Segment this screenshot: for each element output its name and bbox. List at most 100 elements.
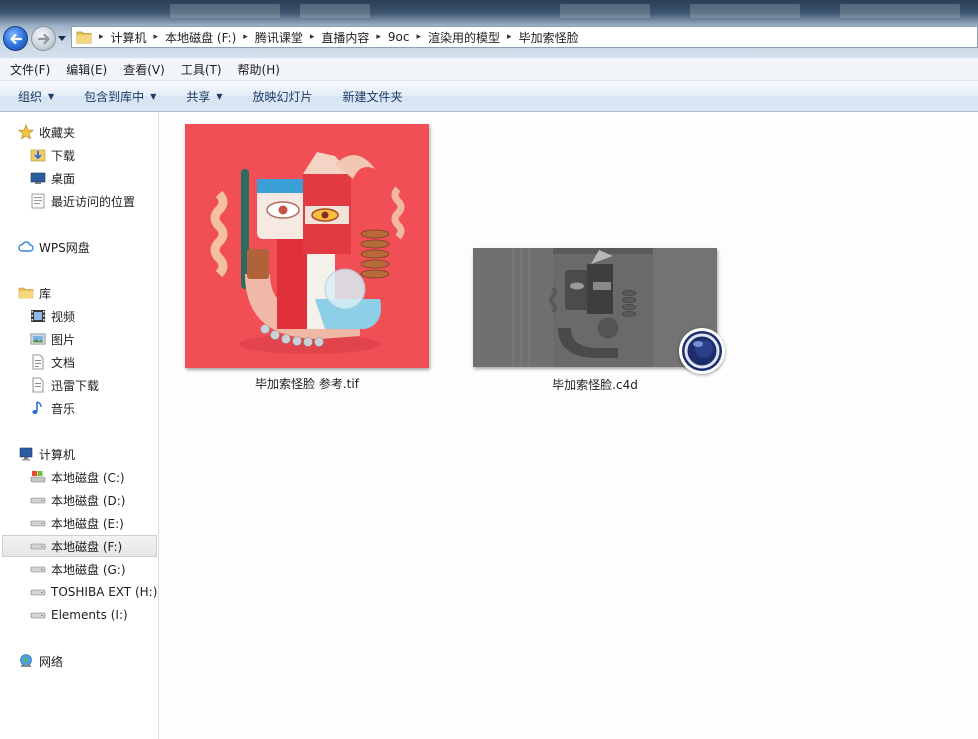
navigation-pane: 收藏夹 下载 桌面 最近访问的位置 WPS网盘 库 视频 图片 文档 迅雷下载 …: [0, 112, 159, 739]
sidebar-item-drive-e[interactable]: 本地磁盘 (E:): [30, 512, 124, 534]
blurred-taskbar-tab: [300, 4, 370, 18]
picasso-face-render-image: [185, 124, 429, 368]
sidebar-item-pictures[interactable]: 图片: [30, 328, 75, 350]
sidebar-item-label: 本地磁盘 (E:): [51, 516, 124, 531]
chevron-down-icon: ▼: [216, 91, 223, 101]
sidebar-item-label: 本地磁盘 (F:): [51, 539, 123, 554]
sidebar-item-drive-c[interactable]: 本地磁盘 (C:): [30, 466, 125, 488]
sidebar-item-desktop[interactable]: 桌面: [30, 167, 75, 189]
sidebar-network[interactable]: 网络: [18, 650, 63, 672]
sidebar-item-thunder-downloads[interactable]: 迅雷下载: [30, 374, 99, 396]
sidebar-item-downloads[interactable]: 下载: [30, 144, 75, 166]
sidebar-item-drive-i[interactable]: Elements (I:): [30, 604, 128, 626]
network-icon: [18, 653, 34, 669]
include-in-library-label: 包含到库中: [84, 89, 145, 104]
forward-arrow-icon: [37, 33, 50, 45]
breadcrumb-separator[interactable]: ▸: [243, 32, 248, 42]
chevron-down-icon: ▼: [48, 91, 55, 101]
share-button[interactable]: 共享 ▼: [168, 88, 234, 105]
sidebar-computer[interactable]: 计算机: [18, 443, 75, 465]
title-bar: ▸ 计算机 ▸ 本地磁盘 (F:) ▸ 腾讯课堂 ▸ 直播内容 ▸ 9oc ▸ …: [0, 0, 978, 58]
pictures-icon: [30, 331, 46, 347]
breadcrumb-render-models[interactable]: 渲染用的模型: [428, 29, 500, 46]
breadcrumb-separator[interactable]: ▸: [310, 32, 315, 42]
breadcrumb-separator[interactable]: ▸: [99, 32, 104, 42]
sidebar-item-drive-g[interactable]: 本地磁盘 (G:): [30, 558, 126, 580]
sidebar-item-drive-h[interactable]: TOSHIBA EXT (H:): [30, 581, 157, 603]
menu-edit[interactable]: 编辑(E): [56, 61, 113, 78]
downloads-folder-icon: [30, 147, 46, 163]
sidebar-wps-cloud[interactable]: WPS网盘: [18, 236, 90, 258]
computer-icon: [18, 446, 34, 462]
share-label: 共享: [186, 89, 211, 104]
sidebar-item-label: 最近访问的位置: [51, 194, 136, 209]
hard-drive-icon: [30, 584, 46, 600]
system-drive-icon: [30, 469, 46, 485]
sidebar-network-label: 网络: [39, 654, 64, 669]
sidebar-item-label: 迅雷下载: [51, 378, 100, 393]
hard-drive-icon: [30, 492, 46, 508]
menu-help[interactable]: 帮助(H): [228, 61, 286, 78]
history-dropdown-icon[interactable]: [58, 34, 66, 42]
blurred-taskbar-tab: [170, 4, 280, 18]
back-arrow-icon: [10, 33, 23, 45]
file-name-label: 毕加索怪脸.c4d: [552, 378, 638, 392]
sidebar-libraries[interactable]: 库: [18, 282, 51, 304]
sidebar-item-drive-f[interactable]: 本地磁盘 (F:): [2, 535, 157, 557]
sidebar-item-label: 本地磁盘 (C:): [51, 470, 125, 485]
sidebar-item-label: 桌面: [51, 171, 76, 186]
sidebar-item-label: 音乐: [51, 401, 76, 416]
breadcrumb-separator[interactable]: ▸: [416, 32, 421, 42]
music-note-icon: [30, 400, 46, 416]
breadcrumb-current-folder[interactable]: 毕加索怪脸: [519, 29, 579, 46]
file-list-area: 毕加索怪脸 参考.tif 毕加索怪脸.c4d: [159, 112, 978, 739]
blurred-taskbar-tab: [840, 4, 960, 18]
cloud-icon: [18, 239, 34, 255]
breadcrumb-separator[interactable]: ▸: [507, 32, 512, 42]
file-name-label: 毕加索怪脸 参考.tif: [255, 377, 359, 391]
sidebar-item-label: 图片: [51, 332, 76, 347]
slideshow-button[interactable]: 放映幻灯片: [235, 88, 325, 105]
recent-places-icon: [30, 193, 46, 209]
desktop-icon: [30, 170, 46, 186]
menu-tools[interactable]: 工具(T): [171, 61, 228, 78]
sidebar-item-videos[interactable]: 视频: [30, 305, 75, 327]
document-icon: [30, 354, 46, 370]
breadcrumb-drive-f[interactable]: 本地磁盘 (F:): [165, 29, 236, 46]
organize-button[interactable]: 组织 ▼: [0, 88, 66, 105]
sidebar-item-label: 本地磁盘 (D:): [51, 493, 126, 508]
sidebar-item-label: 下载: [51, 148, 76, 163]
blurred-taskbar-tab: [690, 4, 800, 18]
breadcrumb-live-content[interactable]: 直播内容: [321, 29, 369, 46]
sidebar-favorites[interactable]: 收藏夹: [18, 121, 75, 143]
breadcrumb-computer[interactable]: 计算机: [111, 29, 147, 46]
menu-file[interactable]: 文件(F): [0, 61, 56, 78]
breadcrumb-9oc[interactable]: 9oc: [388, 30, 410, 44]
sidebar-libraries-label: 库: [39, 286, 52, 301]
menu-bar: 文件(F) 编辑(E) 查看(V) 工具(T) 帮助(H): [0, 58, 978, 81]
breadcrumb-separator[interactable]: ▸: [376, 32, 381, 42]
breadcrumb-tencent-class[interactable]: 腾讯课堂: [255, 29, 303, 46]
include-in-library-button[interactable]: 包含到库中 ▼: [66, 88, 168, 105]
sidebar-item-label: Elements (I:): [51, 608, 128, 622]
back-button[interactable]: [3, 26, 28, 51]
menu-view[interactable]: 查看(V): [113, 61, 171, 78]
sidebar-item-label: 本地磁盘 (G:): [51, 562, 126, 577]
video-film-icon: [30, 308, 46, 324]
file-item-c4d[interactable]: 毕加索怪脸.c4d: [473, 248, 727, 396]
sidebar-item-recent-places[interactable]: 最近访问的位置: [30, 190, 135, 212]
sidebar-item-music[interactable]: 音乐: [30, 397, 75, 419]
folder-icon: [76, 30, 92, 44]
sidebar-item-drive-d[interactable]: 本地磁盘 (D:): [30, 489, 125, 511]
library-icon: [18, 285, 34, 301]
sidebar-wps-label: WPS网盘: [39, 240, 90, 255]
file-item-tif[interactable]: 毕加索怪脸 参考.tif: [185, 124, 429, 392]
document-icon: [30, 377, 46, 393]
breadcrumb-separator[interactable]: ▸: [154, 32, 159, 42]
tif-image-thumbnail: [185, 124, 429, 368]
new-folder-button[interactable]: 新建文件夹: [325, 88, 415, 105]
sidebar-item-label: 文档: [51, 355, 76, 370]
forward-button[interactable]: [31, 26, 56, 51]
address-bar[interactable]: ▸ 计算机 ▸ 本地磁盘 (F:) ▸ 腾讯课堂 ▸ 直播内容 ▸ 9oc ▸ …: [71, 26, 978, 48]
sidebar-item-documents[interactable]: 文档: [30, 351, 75, 373]
